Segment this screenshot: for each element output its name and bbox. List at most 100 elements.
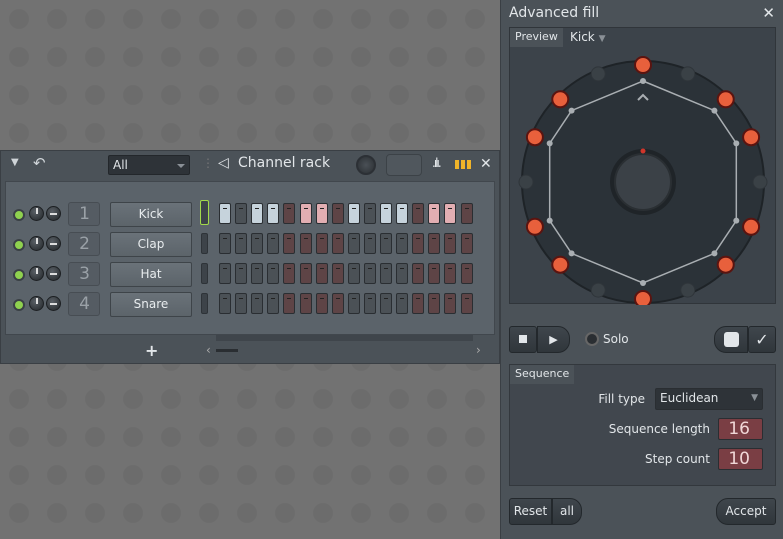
channel-select-indicator[interactable] [201, 293, 208, 314]
step-dot-inactive[interactable] [518, 174, 534, 190]
step-dot-active[interactable] [551, 90, 570, 109]
step-button[interactable] [412, 203, 425, 224]
step-button[interactable] [267, 293, 280, 314]
step-button[interactable] [251, 233, 264, 254]
step-button[interactable] [331, 203, 344, 224]
step-button[interactable] [299, 293, 312, 314]
sequence-length-stepper[interactable]: 16 [718, 418, 763, 440]
scroll-right-icon[interactable]: › [476, 343, 481, 357]
step-button[interactable] [267, 233, 280, 254]
step-button[interactable] [444, 263, 457, 284]
channel-name-button[interactable]: Hat [110, 262, 192, 287]
step-button[interactable] [219, 233, 231, 254]
step-button[interactable] [428, 203, 441, 224]
step-dot-active[interactable] [525, 128, 544, 147]
mixer-track-stepper[interactable]: 1 [68, 202, 100, 226]
step-button[interactable] [219, 293, 231, 314]
step-button[interactable] [315, 263, 328, 284]
mixer-track-stepper[interactable]: 2 [68, 232, 100, 256]
step-button[interactable] [315, 203, 328, 224]
step-button[interactable] [251, 293, 264, 314]
play-button[interactable]: ▶ [537, 326, 570, 353]
step-dot-active[interactable] [634, 56, 652, 74]
swing-knob[interactable] [356, 155, 376, 175]
piano-roll-icon[interactable] [455, 160, 471, 169]
step-count-stepper[interactable]: 10 [718, 448, 763, 470]
step-button[interactable] [299, 203, 312, 224]
step-dot-active[interactable] [634, 290, 652, 305]
step-button[interactable] [428, 233, 441, 254]
graph-icon[interactable]: .ılı. [432, 156, 442, 170]
pan-knob[interactable] [46, 206, 61, 221]
step-button[interactable] [267, 263, 280, 284]
randomize-button[interactable] [714, 326, 748, 353]
channel-name-button[interactable]: Snare [110, 292, 192, 317]
pan-knob[interactable] [46, 266, 61, 281]
step-button[interactable] [363, 233, 376, 254]
volume-knob[interactable] [29, 296, 44, 311]
mute-led[interactable] [15, 271, 23, 279]
filter-dropdown[interactable]: All [108, 155, 190, 175]
step-button[interactable] [460, 233, 473, 254]
step-button[interactable] [251, 263, 264, 284]
step-dot-inactive[interactable] [590, 282, 606, 298]
step-button[interactable] [251, 203, 264, 224]
step-button[interactable] [460, 293, 473, 314]
mixer-track-stepper[interactable]: 3 [68, 262, 100, 286]
mute-led[interactable] [15, 241, 23, 249]
step-button[interactable] [331, 293, 344, 314]
speaker-icon[interactable]: ◁ [218, 155, 229, 171]
step-button[interactable] [363, 203, 376, 224]
step-button[interactable] [235, 293, 248, 314]
pan-knob[interactable] [46, 236, 61, 251]
step-button[interactable] [428, 293, 441, 314]
step-button[interactable] [412, 263, 425, 284]
step-button[interactable] [299, 263, 312, 284]
step-dot-inactive[interactable] [752, 174, 768, 190]
drag-handle-icon[interactable]: ⋮ [202, 156, 214, 170]
step-button[interactable] [235, 203, 248, 224]
channel-select-indicator[interactable] [200, 200, 209, 225]
step-dot-active[interactable] [742, 128, 761, 147]
rotation-knob[interactable] [614, 153, 672, 211]
volume-knob[interactable] [29, 206, 44, 221]
step-button[interactable] [283, 293, 296, 314]
step-button[interactable] [331, 263, 344, 284]
reset-button[interactable]: Reset [509, 498, 552, 525]
undo-icon[interactable]: ↶ [33, 154, 46, 172]
step-button[interactable] [396, 233, 409, 254]
step-button[interactable] [283, 263, 296, 284]
steps-stepper[interactable] [386, 154, 422, 176]
step-button[interactable] [380, 263, 392, 284]
step-button[interactable] [235, 233, 248, 254]
scroll-left-icon[interactable]: ‹ [206, 343, 211, 357]
step-button[interactable] [444, 233, 457, 254]
step-wheel[interactable] [510, 28, 777, 305]
step-button[interactable] [235, 263, 248, 284]
stop-button[interactable] [509, 326, 537, 353]
step-dot-active[interactable] [716, 255, 735, 274]
menu-arrow-icon[interactable]: ▼ [11, 157, 19, 168]
volume-knob[interactable] [29, 266, 44, 281]
volume-knob[interactable] [29, 236, 44, 251]
step-button[interactable] [428, 263, 441, 284]
step-button[interactable] [444, 293, 457, 314]
channel-name-button[interactable]: Kick [110, 202, 192, 227]
step-button[interactable] [347, 203, 360, 224]
step-button[interactable] [380, 233, 392, 254]
step-dot-inactive[interactable] [680, 282, 696, 298]
step-button[interactable] [331, 233, 344, 254]
step-button[interactable] [444, 203, 457, 224]
step-button[interactable] [380, 293, 392, 314]
step-button[interactable] [347, 293, 360, 314]
step-button[interactable] [396, 263, 409, 284]
step-button[interactable] [283, 233, 296, 254]
step-dot-active[interactable] [525, 217, 544, 236]
step-dot-inactive[interactable] [590, 66, 606, 82]
step-button[interactable] [460, 203, 473, 224]
step-button[interactable] [299, 233, 312, 254]
mute-led[interactable] [15, 301, 23, 309]
add-channel-button[interactable]: + [145, 341, 158, 360]
step-button[interactable] [315, 293, 328, 314]
step-button[interactable] [396, 203, 409, 224]
